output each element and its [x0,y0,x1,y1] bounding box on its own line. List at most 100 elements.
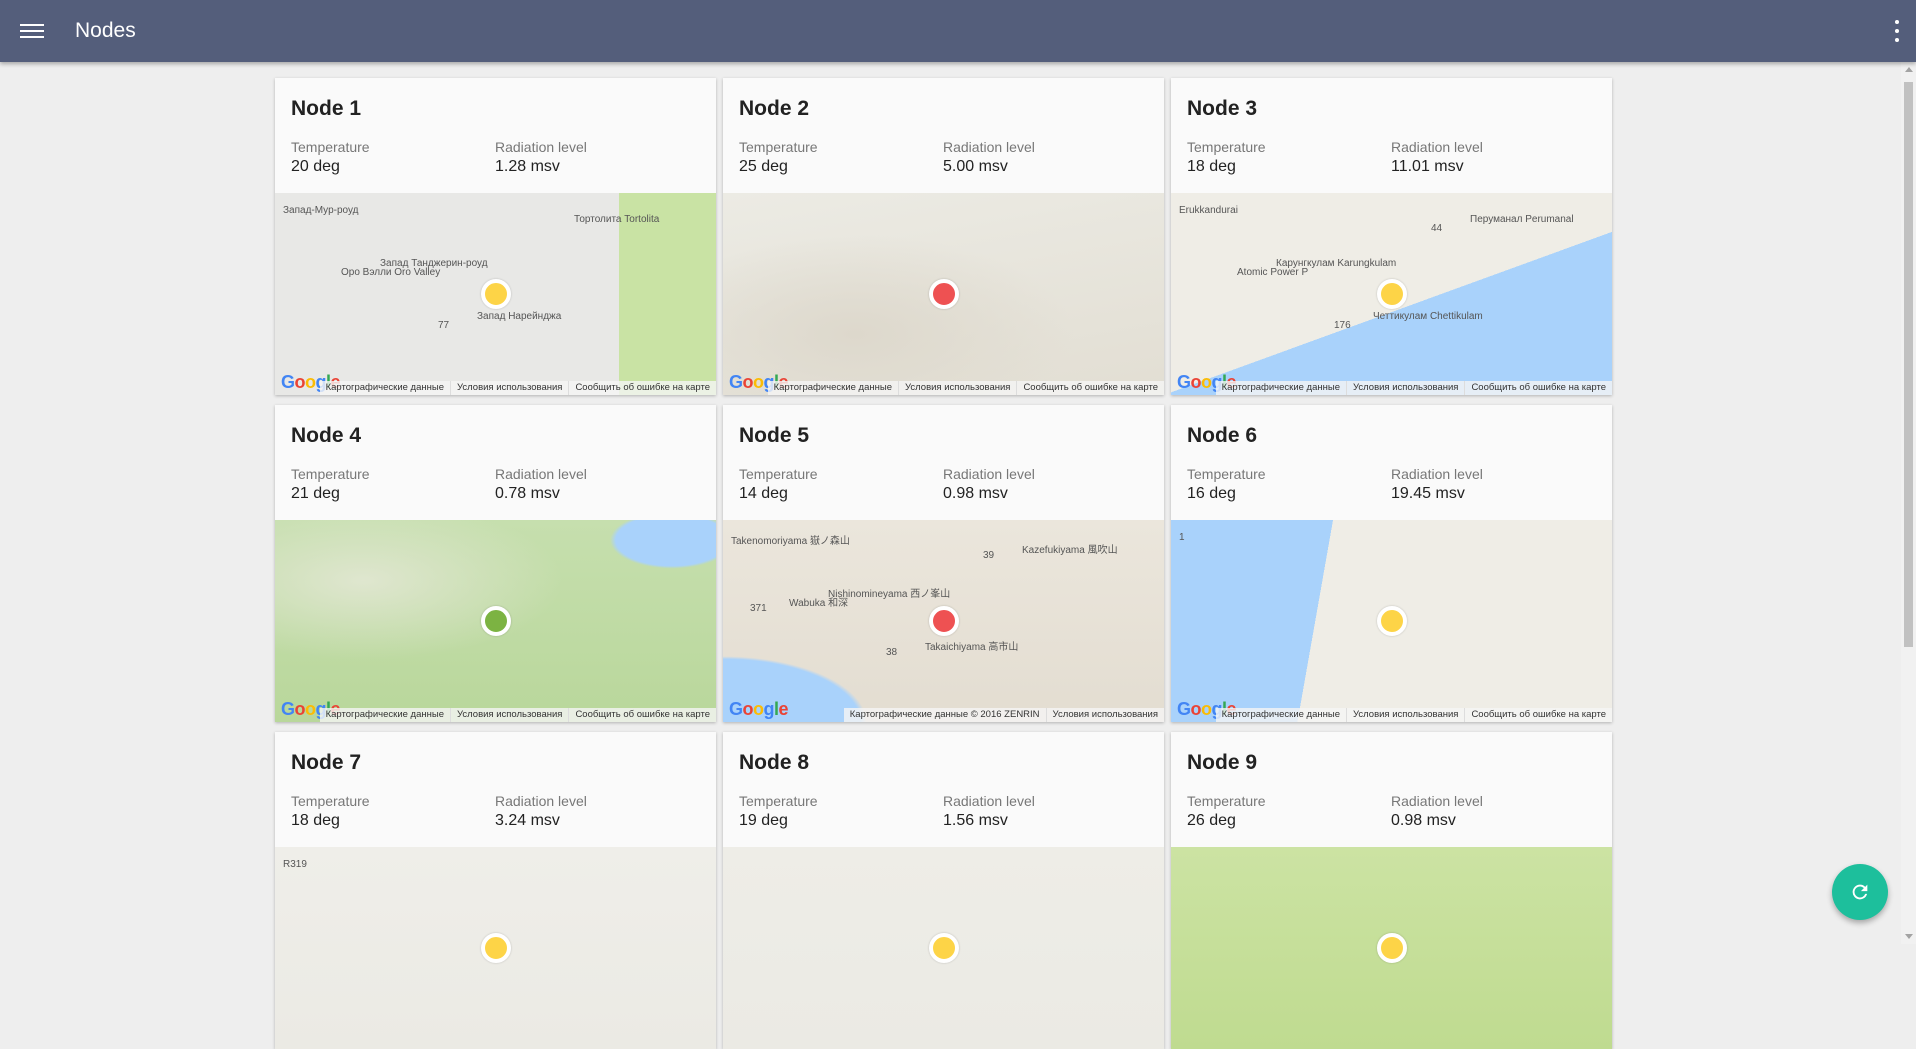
map-attribution-link[interactable]: Сообщить об ошибке на карте [1464,381,1612,395]
node-card: Node 9 Temperature 26 deg Radiation level… [1171,732,1612,1049]
node-card: Node 2 Temperature 25 deg Radiation level… [723,78,1164,395]
app-bar: Nodes [0,0,1916,62]
map-attribution-link[interactable]: Сообщить об ошибке на карте [568,708,716,722]
temperature-label: Temperature [739,793,818,809]
map-attribution-link[interactable]: Картографические данные [320,708,450,722]
scrollbar[interactable] [1901,62,1916,944]
node-title: Node 7 [291,751,362,774]
card-header: Node 8 Temperature 19 deg Radiation level… [723,732,1164,847]
temperature-label: Temperature [739,139,818,155]
radiation-label: Radiation level [495,466,587,482]
node-map[interactable]: GoogleКартографические данныеУсловия исп… [275,520,716,722]
card-header: Node 9 Temperature 26 deg Radiation level… [1171,732,1612,847]
node-status-marker[interactable] [1376,279,1407,309]
map-label: Atomic Power P [1237,267,1309,278]
node-map[interactable]: 1 GoogleКартографические данныеУсловия и… [1171,520,1612,722]
node-status-marker[interactable] [928,933,959,963]
node-map[interactable]: R319 [275,847,716,1049]
radiation-value: 11.01 msv [1391,158,1464,175]
map-label: Четтикулам Chettikulam [1373,311,1483,322]
map-attribution-link[interactable]: Картографические данные [1216,708,1346,722]
refresh-button[interactable] [1832,864,1888,920]
node-title: Node 6 [1187,424,1258,447]
page-title: Nodes [75,19,136,42]
map-label: Erukkandurai [1179,205,1238,216]
node-map[interactable] [1171,847,1612,1049]
map-label: 39 [983,550,995,561]
refresh-icon [1852,884,1868,900]
radiation-value: 0.98 msv [943,485,1008,502]
scrollbar-thumb[interactable] [1904,82,1913,647]
node-title: Node 3 [1187,97,1258,120]
card-header: Node 2 Temperature 25 deg Radiation level… [723,78,1164,193]
node-map[interactable]: GoogleКартографические данныеУсловия исп… [723,193,1164,395]
map-attribution: Картографические данные Условия использов… [319,381,716,395]
map-label: Запад Нарейнджа [477,311,562,322]
menu-icon[interactable] [20,22,44,40]
map-attribution-link[interactable]: Условия использования [1045,708,1164,722]
map-attribution-link[interactable]: Сообщить об ошибке на карте [1016,381,1164,395]
node-title: Node 4 [291,424,362,447]
node-status-marker[interactable] [480,933,511,963]
node-status-marker[interactable] [480,606,511,636]
node-grid: Node 1 Temperature 20 deg Radiation level… [275,78,1612,1049]
card-header: Node 3 Temperature 18 deg Radiation level… [1171,78,1612,193]
node-map[interactable] [723,847,1164,1049]
temperature-label: Temperature [1187,793,1266,809]
node-status-marker[interactable] [1376,933,1407,963]
temperature-value: 16 deg [1187,485,1236,502]
node-status-marker[interactable] [928,279,959,309]
radiation-label: Radiation level [943,793,1035,809]
more-vert-icon[interactable] [1894,20,1900,42]
map-attribution-link[interactable]: Картографические данные [768,381,898,395]
node-title: Node 9 [1187,751,1258,774]
card-header: Node 1 Temperature 20 deg Radiation level… [275,78,716,193]
map-attribution-link[interactable]: Сообщить об ошибке на карте [1464,708,1612,722]
map-attribution-link[interactable]: Условия использования [1345,708,1464,722]
map-attribution-link[interactable]: Условия использования [449,708,568,722]
radiation-label: Radiation level [1391,139,1483,155]
node-card: Node 5 Temperature 14 deg Radiation level… [723,405,1164,722]
temperature-value: 18 deg [1187,158,1236,175]
node-status-marker[interactable] [1376,606,1407,636]
radiation-value: 0.98 msv [1391,812,1456,829]
radiation-label: Radiation level [1391,793,1483,809]
map-attribution-link[interactable]: Картографические данные © 2016 ZENRIN [844,708,1046,722]
node-card: Node 7 Temperature 18 deg Radiation level… [275,732,716,1049]
temperature-label: Temperature [291,793,370,809]
map-attribution: Картографические данные Условия использов… [1215,381,1612,395]
node-status-marker[interactable] [480,279,511,309]
radiation-label: Radiation level [495,793,587,809]
map-label: Перуманал Perumanal [1470,214,1574,225]
node-map[interactable]: Takenomoriyama 嶽ノ森山 Nishinomineyama 西ノ峯山 T… [723,520,1164,722]
node-card: Node 8 Temperature 19 deg Radiation level… [723,732,1164,1049]
scroll-up-arrow[interactable] [1905,67,1913,72]
temperature-value: 25 deg [739,158,788,175]
node-status-marker[interactable] [928,606,959,636]
map-attribution-link[interactable]: Условия использования [449,381,568,395]
scroll-down-arrow[interactable] [1905,934,1913,939]
map-attribution-link[interactable]: Условия использования [1345,381,1464,395]
map-attribution-link[interactable]: Картографические данные [320,381,450,395]
map-attribution-link[interactable]: Условия использования [897,381,1016,395]
node-card: Node 4 Temperature 21 deg Radiation level… [275,405,716,722]
map-attribution-link[interactable]: Сообщить об ошибке на карте [568,381,716,395]
map-attribution-link[interactable]: Картографические данные [1216,381,1346,395]
temperature-value: 18 deg [291,812,340,829]
map-label: 371 [750,603,767,614]
node-map[interactable]: Запад-Мур-роуд Запад Танджерин-роуд Запад … [275,193,716,395]
node-card: Node 6 Temperature 16 deg Radiation level… [1171,405,1612,722]
map-label: Takenomoriyama 嶽ノ森山 [731,536,850,547]
map-label: Takaichiyama 高市山 [925,642,1019,653]
node-map[interactable]: Erukkandurai Карунгкулам Karungkulam Четти… [1171,193,1612,395]
map-attribution: Картографические данные Условия использов… [1215,708,1612,722]
radiation-value: 0.78 msv [495,485,560,502]
node-title: Node 1 [291,97,362,120]
temperature-value: 26 deg [1187,812,1236,829]
radiation-label: Radiation level [495,139,587,155]
radiation-value: 19.45 msv [1391,485,1465,502]
map-label: 38 [886,647,898,658]
radiation-label: Radiation level [1391,466,1483,482]
map-attribution: Картографические данные Условия использов… [767,381,1164,395]
radiation-label: Radiation level [943,139,1035,155]
